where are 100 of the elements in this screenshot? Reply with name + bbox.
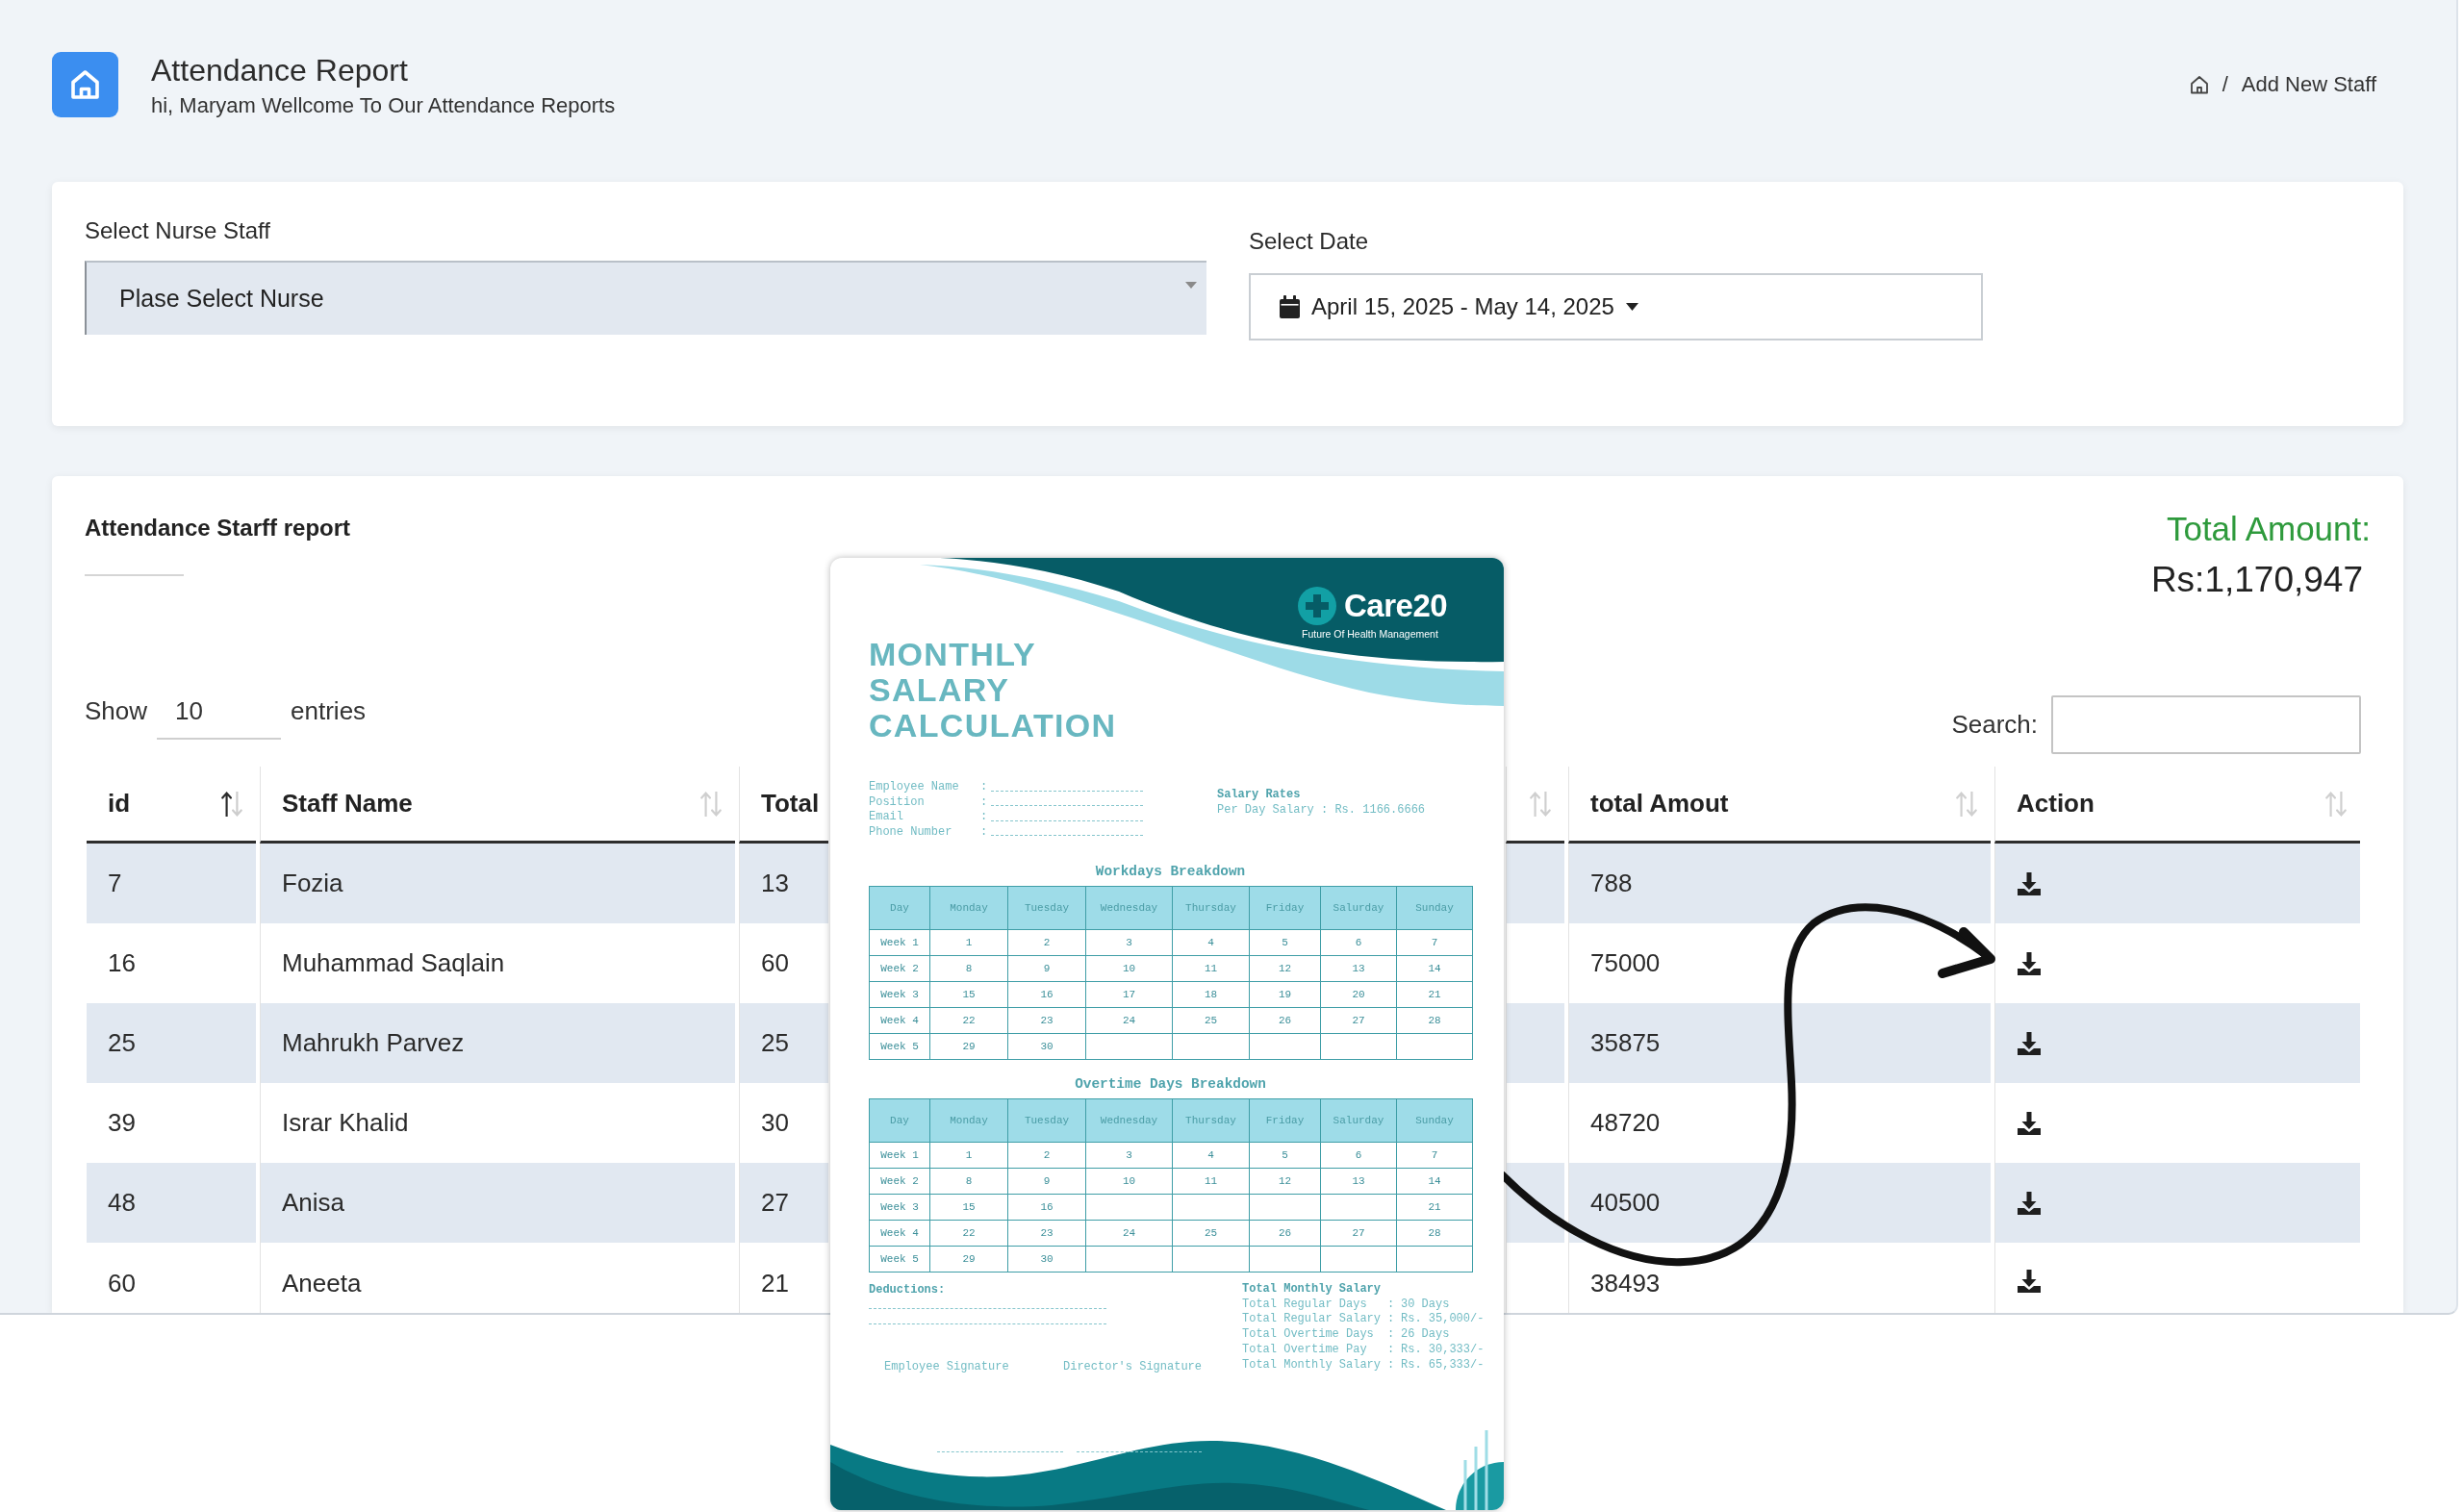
table-cell: 18	[1172, 981, 1250, 1008]
separator: :	[1387, 1342, 1396, 1358]
table-cell: Week 1	[869, 929, 930, 956]
table-cell: Week 3	[869, 981, 930, 1008]
column-header: Salurday	[1320, 1098, 1397, 1143]
column-header: Monday	[929, 1098, 1008, 1143]
table-cell: 29	[929, 1033, 1008, 1060]
table-cell: Week 3	[869, 1194, 930, 1221]
separator: :	[1387, 1312, 1396, 1328]
table-cell: Week 4	[869, 1007, 930, 1034]
breadcrumb-separator: /	[2222, 72, 2228, 97]
field-label: Position	[869, 794, 926, 811]
column-header: Tuesday	[1007, 1098, 1086, 1143]
table-cell: Week 5	[869, 1246, 930, 1273]
length-label: Show	[85, 695, 148, 726]
rate-text: Per Day Salary : Rs. 1166.6666	[1217, 802, 1426, 819]
table-cell: Aneeta	[260, 1243, 735, 1313]
total-label: Total Monthly Salary	[1242, 1357, 1383, 1373]
table-cell: 25	[1172, 1007, 1250, 1034]
table-cell: 21	[739, 1243, 828, 1313]
field-label: Select Date	[1249, 227, 1369, 256]
table-cell: 25	[87, 1003, 256, 1083]
field-label: Employee Name	[869, 780, 960, 795]
table-cell: 8	[929, 955, 1008, 982]
table-cell: Mahrukh Parvez	[260, 1003, 735, 1083]
table-cell: 26	[1249, 1007, 1321, 1034]
table-cell: Week 2	[869, 1168, 930, 1195]
table-cell: 10	[1085, 955, 1173, 982]
total-value: Rs:1,170,947	[2150, 559, 2363, 601]
home-icon	[52, 52, 118, 117]
total-label: Total Regular Days	[1242, 1297, 1368, 1313]
table-cell: Fozia	[260, 844, 735, 923]
download-icon[interactable]	[2017, 1110, 2042, 1136]
total-value: 26 Days	[1401, 1327, 1451, 1343]
download-icon[interactable]	[2017, 1190, 2042, 1216]
table-cell: 13	[1320, 955, 1397, 982]
table-cell: 25	[739, 1003, 828, 1083]
table-cell: 1	[929, 929, 1008, 956]
table-cell: 1	[929, 1142, 1008, 1169]
table-cell: 38493	[1568, 1243, 1991, 1313]
table-cell: 17	[1085, 981, 1173, 1008]
table-cell: 21	[1396, 1194, 1473, 1221]
total-value: Rs. 30,333/-	[1401, 1342, 1485, 1358]
table-cell: 3	[1085, 1142, 1173, 1169]
table-cell: 48	[87, 1163, 256, 1243]
table-cell: 7	[87, 844, 256, 923]
download-icon[interactable]	[2017, 1030, 2042, 1056]
table-cell: 30	[1007, 1033, 1086, 1060]
table-cell: 3	[1085, 929, 1173, 956]
table-cell: 26	[1249, 1220, 1321, 1247]
column-header: Friday	[1249, 1098, 1321, 1143]
page-length-select[interactable]: 10	[157, 695, 282, 740]
table-cell: 22	[929, 1007, 1008, 1034]
separator: :	[980, 780, 989, 795]
total-label: Total Amount:	[2166, 510, 2371, 548]
date-range-picker[interactable]: April 15, 2025 - May 14, 2025	[1249, 273, 1983, 340]
table-cell: 12	[1249, 955, 1321, 982]
column-header: Thursday	[1172, 1098, 1250, 1143]
table-cell: 24	[1085, 1220, 1173, 1247]
search-field[interactable]	[2051, 695, 2361, 754]
separator: :	[980, 810, 989, 825]
cross-icon	[1298, 587, 1336, 625]
table-cell: 10	[1085, 1168, 1173, 1195]
table-cell: 6	[1320, 1142, 1397, 1169]
field-label: Phone Number	[869, 824, 953, 841]
table-cell: 28	[1396, 1007, 1473, 1034]
deductions-title: Deductions:	[869, 1282, 947, 1298]
table-cell: 788	[1568, 844, 1991, 923]
sort-icon[interactable]	[221, 791, 242, 817]
table-cell: 28	[1396, 1220, 1473, 1247]
signature-label: Employee Signature	[884, 1359, 1009, 1374]
table-cell: 13	[1320, 1168, 1397, 1195]
table-cell-text: 39	[107, 1107, 137, 1139]
download-icon[interactable]	[2017, 950, 2042, 976]
download-icon[interactable]	[2017, 870, 2042, 896]
home-icon[interactable]	[2189, 75, 2209, 94]
breadcrumb-link[interactable]: Add New Staff	[2241, 72, 2376, 97]
table-cell: 15	[929, 981, 1008, 1008]
nurse-select[interactable]: Plase Select Nurse	[85, 261, 1206, 335]
brand-tagline: Future Of Health Management	[1302, 628, 1438, 641]
total-label: Total Overtime Pay	[1242, 1342, 1368, 1358]
column-header: Day	[869, 1098, 930, 1143]
brand-name: Care20	[1344, 587, 1448, 625]
table-cell: 7	[1396, 929, 1473, 956]
separator: :	[1387, 1297, 1396, 1313]
table-title: Overtime Days Breakdown	[1074, 1075, 1267, 1094]
download-icon[interactable]	[2017, 1269, 2042, 1294]
table-cell: 19	[1249, 981, 1321, 1008]
table-cell: 20	[1320, 981, 1397, 1008]
table-cell: 4	[1172, 929, 1250, 956]
caret-icon	[1625, 303, 1638, 311]
column-header: Tuesday	[1007, 886, 1086, 930]
column-header: Monday	[929, 886, 1008, 930]
column-header: Friday	[1249, 886, 1321, 930]
table-cell: 7	[1396, 1142, 1473, 1169]
table-cell: 12	[1249, 1168, 1321, 1195]
table-cell: 27	[1320, 1220, 1397, 1247]
separator: :	[980, 824, 989, 841]
column-header: Wednesday	[1085, 1098, 1173, 1143]
total-label: Total Regular Salary	[1242, 1312, 1383, 1328]
